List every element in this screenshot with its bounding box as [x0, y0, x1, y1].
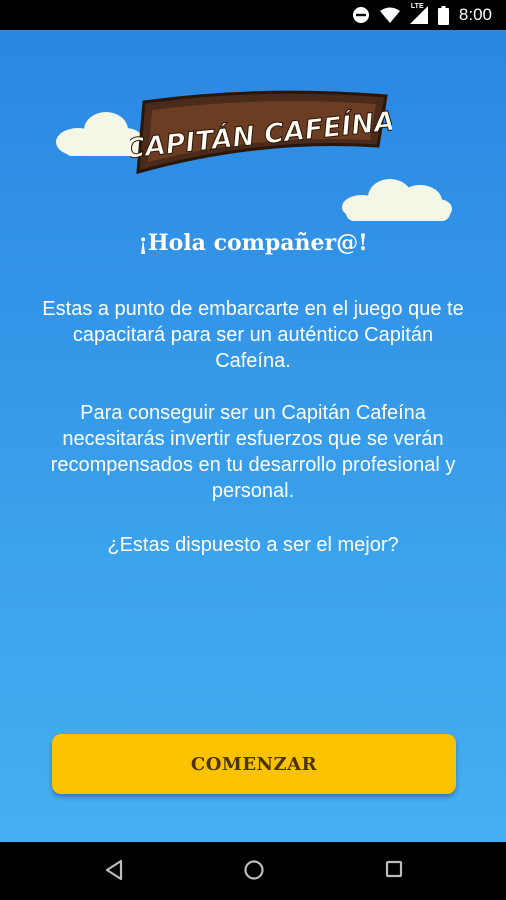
capitan-cafeina-logo: CAPITÁN CAFEÍNA	[130, 90, 392, 175]
status-time: 8:00	[458, 5, 492, 24]
intro-paragraph: Estas a punto de embarcarte en el juego …	[42, 298, 464, 372]
motivation-paragraph: Para conseguir ser un Capitán Cafeína ne…	[50, 402, 456, 502]
start-button[interactable]: COMENZAR	[52, 734, 456, 794]
status-icons: LTE 8:00	[352, 3, 492, 26]
start-button-label: COMENZAR	[190, 753, 318, 775]
cloud-right-decoration	[342, 179, 452, 221]
recents-icon[interactable]	[384, 859, 404, 879]
do-not-disturb-icon	[352, 6, 370, 24]
welcome-screen: CAPITÁN CAFEÍNA ¡Hola compañer@! Estas a…	[0, 30, 506, 842]
network-label: LTE	[410, 3, 424, 10]
question-paragraph: ¿Estas dispuesto a ser el mejor?	[107, 534, 399, 556]
greeting-heading: ¡Hola compañer@!	[138, 230, 368, 256]
navigation-bar	[0, 842, 506, 900]
battery-icon	[437, 5, 449, 25]
wifi-icon	[379, 7, 400, 23]
back-icon[interactable]	[104, 859, 124, 881]
status-bar: LTE 8:00	[0, 0, 506, 30]
home-icon[interactable]	[243, 859, 265, 881]
signal-icon: LTE	[409, 3, 428, 24]
